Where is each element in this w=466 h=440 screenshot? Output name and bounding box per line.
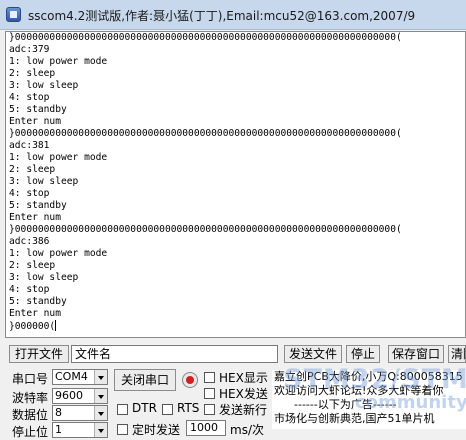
receive-line: }000000000000000000000000000000000000000… — [9, 128, 402, 139]
timed-send-checkbox[interactable] — [117, 424, 128, 435]
timed-send-label: 定时发送 — [132, 423, 181, 437]
title-bar: sscom4.2测试版,作者:聂小猛(丁丁),Email:mcu52@163.c… — [0, 0, 466, 30]
interval-unit: ms/次 — [230, 423, 264, 437]
chevron-down-icon — [94, 389, 107, 403]
receive-line: adc:386 — [9, 236, 50, 247]
databits-select[interactable]: 8 — [52, 405, 108, 421]
receive-line: Enter num — [9, 308, 61, 319]
receive-line: 1: low power mode — [9, 152, 108, 163]
stopbits-select[interactable]: 1 — [52, 422, 108, 438]
rts-checkbox[interactable] — [162, 404, 173, 415]
filename-input[interactable]: 文件名 — [71, 345, 278, 363]
app-icon — [6, 7, 21, 22]
receive-line: 4: stop — [9, 188, 50, 199]
receive-line: 5: standby — [9, 296, 67, 307]
hex-display-label: HEX显示 — [219, 371, 268, 385]
rts-label: RTS — [177, 401, 200, 415]
databits-label: 数据位 — [12, 408, 49, 422]
receive-line: }000000( — [9, 320, 57, 332]
stop-button[interactable]: 停止 — [346, 345, 380, 363]
interval-input[interactable]: 1000 — [186, 420, 226, 436]
status-led-icon — [182, 372, 198, 388]
ad-line[interactable]: 市场化与创新典范,国产51单片机 — [272, 412, 466, 426]
hex-send-checkbox[interactable] — [204, 388, 215, 399]
hex-display-checkbox[interactable] — [204, 372, 215, 383]
watermark-sub: community.org — [355, 392, 466, 413]
receive-line: 2: sleep — [9, 68, 56, 79]
receive-line: 3: low sleep — [9, 80, 79, 91]
stopbits-label: 停止位 — [12, 425, 49, 439]
receive-line: }000000000000000000000000000000000000000… — [9, 32, 402, 43]
port-value: COM4 — [55, 370, 88, 383]
receive-line: 2: sleep — [9, 164, 56, 175]
receive-line: }000000000000000000000000000000000000000… — [9, 224, 402, 235]
port-select[interactable]: COM4 — [52, 369, 108, 385]
receive-line: 5: standby — [9, 200, 67, 211]
receive-line: Enter num — [9, 212, 61, 223]
file-row: 打开文件 文件名 发送文件 停止 保存窗口 清除 — [0, 342, 466, 364]
receive-line: adc:379 — [9, 44, 50, 55]
receive-line: 4: stop — [9, 92, 50, 103]
receive-line: 1: low power mode — [9, 248, 108, 259]
watermark: STM32/STM8 — [283, 364, 466, 395]
send-file-button[interactable]: 发送文件 — [284, 345, 342, 363]
receive-line: 3: low sleep — [9, 272, 79, 283]
chevron-down-icon — [94, 370, 107, 384]
save-window-button[interactable]: 保存窗口 — [388, 345, 444, 363]
baud-select[interactable]: 9600 — [52, 388, 108, 404]
receive-line: 2: sleep — [9, 260, 56, 271]
hex-send-label: HEX发送 — [219, 387, 268, 401]
baud-value: 9600 — [55, 389, 83, 402]
window-title: sscom4.2测试版,作者:聂小猛(丁丁),Email:mcu52@163.c… — [28, 9, 416, 23]
clear-button[interactable]: 清除 — [448, 345, 466, 363]
text-caret — [55, 320, 57, 331]
receive-line: 5: standby — [9, 104, 67, 115]
close-port-button[interactable]: 关闭串口 — [114, 369, 176, 391]
baud-label: 波特率 — [12, 391, 49, 405]
port-label: 串口号 — [12, 372, 49, 386]
dtr-checkbox[interactable] — [117, 404, 128, 415]
receive-line: 1: low power mode — [9, 56, 108, 67]
receive-line: 3: low sleep — [9, 176, 79, 187]
chevron-down-icon — [94, 406, 107, 420]
stopbits-value: 1 — [55, 423, 62, 436]
receive-line: 4: stop — [9, 284, 50, 295]
send-newline-label: 发送新行 — [219, 403, 268, 417]
receive-area[interactable]: }000000000000000000000000000000000000000… — [5, 31, 466, 338]
chevron-down-icon — [94, 423, 107, 437]
databits-value: 8 — [55, 406, 62, 419]
receive-line: adc:381 — [9, 140, 50, 151]
send-newline-checkbox[interactable] — [204, 404, 215, 415]
receive-line: Enter num — [9, 116, 61, 127]
dtr-label: DTR — [132, 401, 157, 415]
open-file-button[interactable]: 打开文件 — [9, 345, 69, 363]
